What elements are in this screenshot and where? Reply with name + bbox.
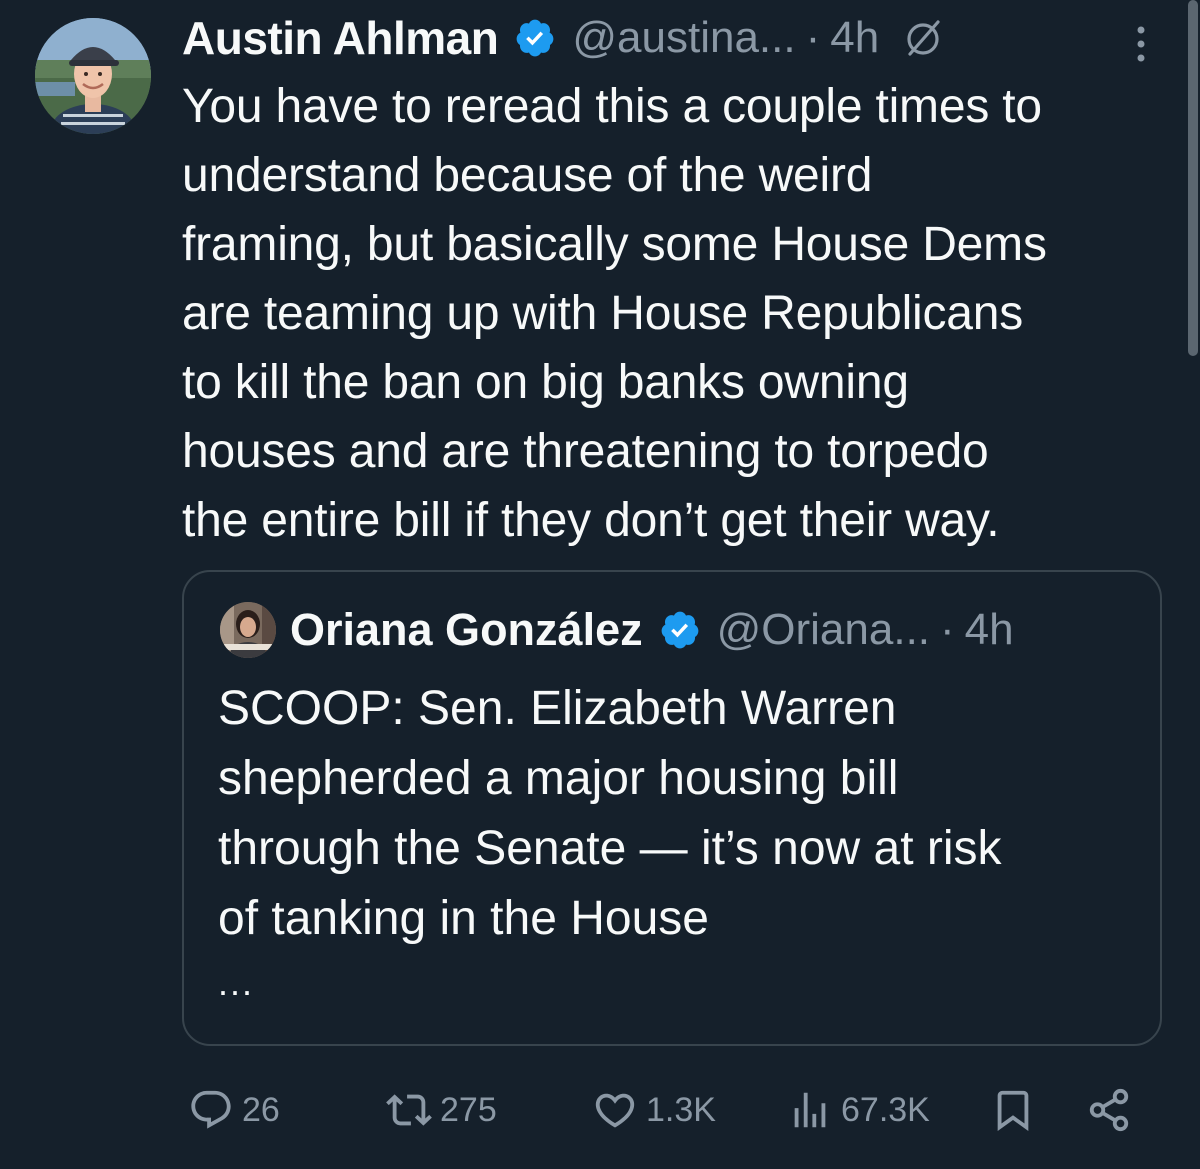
quoted-header-separator: ·: [940, 605, 955, 654]
quoted-tweet-text: SCOOP: Sen. Elizabeth Warren shepherded …: [218, 682, 1002, 945]
quoted-tweet-timestamp: 4h: [964, 605, 1014, 654]
reply-icon: [191, 1090, 231, 1129]
views-button[interactable]: 67.3K: [787, 1078, 930, 1142]
quoted-tweet-header: Oriana González @Oriana... · 4h: [290, 600, 1014, 660]
author-avatar[interactable]: [35, 18, 151, 134]
repost-button[interactable]: 275: [386, 1078, 497, 1142]
tweet-header: Austin Ahlman @austina... · 4h: [182, 8, 1162, 68]
quoted-verified-badge-icon: [659, 609, 701, 651]
verified-badge-icon[interactable]: [514, 17, 556, 59]
repost-icon: [386, 1094, 432, 1126]
quoted-author-handle: @Oriana...: [716, 605, 931, 654]
like-icon: [595, 1093, 635, 1128]
tweet-timestamp[interactable]: 4h: [830, 13, 879, 63]
views-icon: [794, 1092, 826, 1128]
header-separator: ·: [805, 13, 821, 62]
reply-button[interactable]: 26: [188, 1078, 280, 1142]
author-avatar-image: [35, 18, 151, 134]
tweet-text: You have to reread this a couple times t…: [182, 80, 1047, 547]
quoted-author-name[interactable]: Oriana González: [290, 604, 643, 656]
quoted-author-avatar[interactable]: [220, 602, 276, 658]
bookmark-button[interactable]: [990, 1078, 1036, 1142]
like-button[interactable]: 1.3K: [592, 1078, 716, 1142]
quoted-author-avatar-image: [220, 602, 276, 658]
share-button[interactable]: [1086, 1078, 1132, 1142]
quoted-tweet[interactable]: Oriana González @Oriana... · 4h SCOOP: S…: [182, 570, 1162, 1046]
grok-icon[interactable]: [901, 16, 945, 60]
scrollbar[interactable]: [1188, 0, 1198, 356]
author-name[interactable]: Austin Ahlman: [182, 11, 499, 65]
share-icon: [1089, 1088, 1129, 1132]
more-icon[interactable]: [1128, 18, 1154, 66]
quoted-tweet-truncation: ...: [218, 962, 255, 1003]
repost-count: 275: [440, 1090, 497, 1129]
bookmark-icon: [997, 1090, 1029, 1131]
tweet-actions: 26 275 1.3K 67.3K: [182, 1078, 1142, 1142]
views-count: 67.3K: [841, 1090, 930, 1129]
author-handle[interactable]: @austina...: [572, 13, 795, 63]
like-count: 1.3K: [646, 1090, 716, 1129]
reply-count: 26: [242, 1090, 280, 1129]
tweet[interactable]: Austin Ahlman @austina... · 4h You have …: [0, 0, 1200, 1169]
